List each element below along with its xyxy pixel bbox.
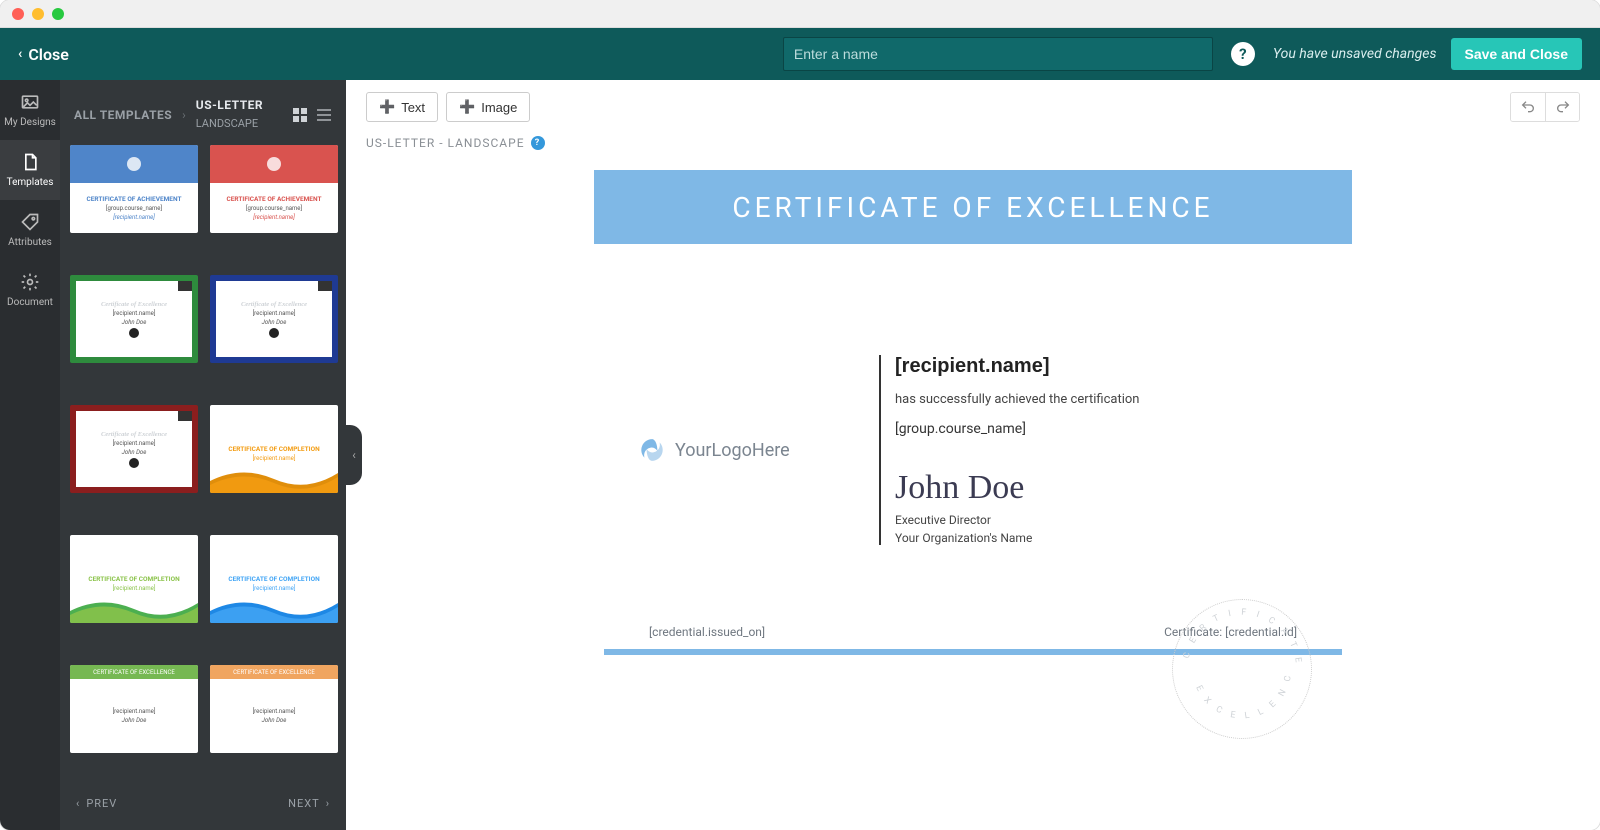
content-area: My Designs Templates Attributes Document… [0,80,1600,830]
canvas-stage[interactable]: CERTIFICATE OF EXCELLENCE YourLogoHere [… [346,158,1600,830]
achieved-text[interactable]: has successfully achieved the certificat… [895,392,1307,407]
app-window: ‹ Close ? You have unsaved changes Save … [0,0,1600,830]
nav-my-designs[interactable]: My Designs [0,80,60,140]
prev-button[interactable]: ‹ PREV [76,797,117,810]
design-name-input[interactable] [783,37,1213,71]
gear-icon [20,272,40,292]
chevron-left-icon: ‹ [352,448,356,462]
certificate-banner[interactable]: CERTIFICATE OF EXCELLENCE [594,169,1352,245]
nav-label: Document [7,297,53,308]
window-zoom-dot[interactable] [52,8,64,20]
chevron-right-icon: › [182,108,186,122]
certificate-id-field[interactable]: Certificate: [credential.id] [1164,625,1297,639]
save-and-close-button[interactable]: Save and Close [1451,38,1583,70]
swirl-icon [639,437,665,463]
collapse-panel-handle[interactable]: ‹ [346,425,362,485]
view-toggle [292,107,332,123]
image-icon [20,92,40,112]
add-text-button[interactable]: ➕ Text [366,92,438,122]
help-icon[interactable]: ? [1231,42,1255,66]
template-thumb[interactable]: Certificate of Excellence[recipient.name… [70,275,198,363]
close-label: Close [28,45,69,64]
nav-document[interactable]: Document [0,260,60,320]
template-thumb[interactable]: CERTIFICATE OF EXCELLENCE [recipient.nam… [70,665,198,753]
nav-label: Templates [7,177,54,188]
template-thumb[interactable]: CERTIFICATE OF ACHIEVEMENT[group.course_… [210,145,338,233]
format-label: US-LETTER - LANDSCAPE ? [346,134,1600,158]
template-thumb[interactable]: Certificate of Excellence[recipient.name… [210,275,338,363]
breadcrumb-root[interactable]: ALL TEMPLATES [74,108,172,122]
role-field[interactable]: Executive Director [895,513,1307,527]
panel-header: ALL TEMPLATES › US-LETTER LANDSCAPE [60,80,346,145]
course-name-field[interactable]: [group.course_name] [895,421,1307,437]
redo-button[interactable] [1545,93,1579,121]
close-button[interactable]: ‹ Close [18,45,69,64]
certificate-bottom-bar [604,649,1342,655]
add-image-button[interactable]: ➕ Image [446,92,530,122]
help-icon[interactable]: ? [531,136,545,150]
list-view-icon[interactable] [316,107,332,123]
template-thumb[interactable]: CERTIFICATE OF ACHIEVEMENT[group.course_… [70,145,198,233]
plus-icon: ➕ [379,99,395,115]
nav-attributes[interactable]: Attributes [0,200,60,260]
panel-footer: ‹ PREV NEXT › [60,783,346,830]
chevron-left-icon: ‹ [18,46,22,62]
certificate-preview[interactable]: CERTIFICATE OF EXCELLENCE YourLogoHere [… [593,158,1353,800]
certificate-body: YourLogoHere [recipient.name] has succes… [594,245,1352,575]
grid-view-icon[interactable] [292,107,308,123]
left-nav: My Designs Templates Attributes Document [0,80,60,830]
window-close-dot[interactable] [12,8,24,20]
template-thumb[interactable]: CERTIFICATE OF COMPLETION[recipient.name… [210,405,338,493]
undo-icon [1520,99,1536,115]
template-thumb[interactable]: CERTIFICATE OF EXCELLENCE [recipient.nam… [210,665,338,753]
next-button[interactable]: NEXT › [288,797,330,810]
window-minimize-dot[interactable] [32,8,44,20]
nav-label: My Designs [4,117,56,128]
file-icon [20,152,40,172]
unsaved-changes-label: You have unsaved changes [1273,46,1437,62]
nav-label: Attributes [8,237,52,248]
certificate-logo[interactable]: YourLogoHere [639,437,839,463]
plus-icon: ➕ [459,99,475,115]
template-thumb[interactable]: CERTIFICATE OF COMPLETION[recipient.name… [70,535,198,623]
chevron-left-icon: ‹ [76,797,80,810]
signature-field[interactable]: John Doe [895,469,1307,507]
window-titlebar [0,0,1600,28]
certificate-footer: [credential.issued_on] Certificate: [cre… [594,575,1352,645]
canvas-area: ➕ Text ➕ Image US-LETTER - LANDS [346,80,1600,830]
breadcrumb-leaf: US-LETTER LANDSCAPE [196,98,263,131]
template-thumb[interactable]: Certificate of Excellence[recipient.name… [70,405,198,493]
undo-redo-group [1510,92,1580,122]
issued-on-field[interactable]: [credential.issued_on] [649,625,765,639]
certificate-info: [recipient.name] has successfully achiev… [879,355,1307,545]
templates-panel: ALL TEMPLATES › US-LETTER LANDSCAPE CERT… [60,80,346,830]
top-bar: ‹ Close ? You have unsaved changes Save … [0,28,1600,80]
template-grid: CERTIFICATE OF ACHIEVEMENT[group.course_… [60,145,346,783]
organization-field[interactable]: Your Organization's Name [895,531,1307,545]
editor-toolbar: ➕ Text ➕ Image [346,80,1600,134]
chevron-right-icon: › [326,797,330,810]
nav-templates[interactable]: Templates [0,140,60,200]
template-thumb[interactable]: CERTIFICATE OF COMPLETION[recipient.name… [210,535,338,623]
redo-icon [1555,99,1571,115]
tag-icon [20,212,40,232]
recipient-name-field[interactable]: [recipient.name] [895,355,1307,378]
undo-button[interactable] [1511,93,1545,121]
